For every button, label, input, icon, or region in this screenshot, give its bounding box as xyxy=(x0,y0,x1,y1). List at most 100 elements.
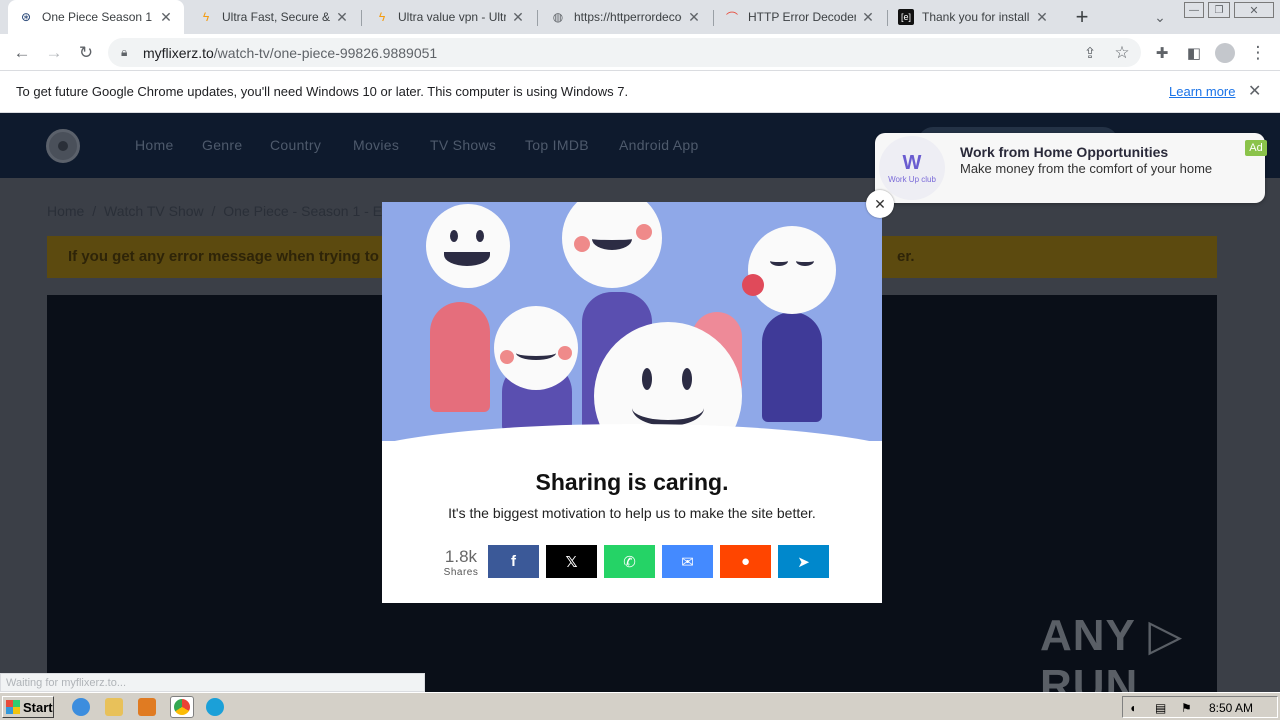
restore-icon[interactable]: ❐ xyxy=(1208,2,1230,18)
tab-title: Ultra Fast, Secure & An xyxy=(222,10,330,24)
x-icon: 𝕏 xyxy=(565,553,578,571)
share-count: 1.8k Shares xyxy=(438,547,484,578)
address-bar[interactable]: 🔒︎ myflixerz.to/watch-tv/one-piece-99826… xyxy=(108,38,1141,67)
media-player-icon[interactable] xyxy=(138,698,156,716)
tab-strip: ⊛ One Piece Season 1 Ep ✕ ϟ Ultra Fast, … xyxy=(0,0,1280,34)
breadcrumb: Home / Watch TV Show / One Piece - Seaso… xyxy=(47,203,394,219)
window-close-icon[interactable]: ✕ xyxy=(1234,2,1274,18)
chrome-icon[interactable] xyxy=(170,696,194,718)
reddit-share-button[interactable]: ● xyxy=(720,545,771,578)
x-share-button[interactable]: 𝕏 xyxy=(546,545,597,578)
tab-title: Thank you for installing xyxy=(922,10,1030,24)
tab-httperror-url[interactable]: ◍ https://httperrordecod ✕ xyxy=(540,0,712,34)
anyrun-watermark: ANY ▷ RUN xyxy=(1040,611,1184,692)
ie-icon[interactable] xyxy=(72,698,90,716)
profile-avatar-icon[interactable] xyxy=(1213,41,1237,65)
whatsapp-share-button[interactable]: ✆ xyxy=(604,545,655,578)
system-tray: ◖ ▤ ⚑ 8:50 AM xyxy=(1122,696,1278,718)
nav-country[interactable]: Country xyxy=(270,137,321,153)
tab-close-icon[interactable]: ✕ xyxy=(158,9,174,26)
learn-more-link[interactable]: Learn more xyxy=(1169,84,1235,99)
flag-icon[interactable]: ⚑ xyxy=(1181,701,1195,715)
back-arrow-icon[interactable]: ← xyxy=(10,41,34,65)
smiley-face xyxy=(562,202,662,288)
telegram-share-button[interactable]: ➤ xyxy=(778,545,829,578)
explorer-folder-icon[interactable] xyxy=(105,698,123,716)
modal-title: Sharing is caring. xyxy=(535,469,729,495)
share-count-label: Shares xyxy=(443,567,479,578)
side-panel-icon[interactable]: ◧ xyxy=(1182,41,1206,65)
bookmark-star-icon[interactable]: ☆ xyxy=(1110,41,1134,65)
smiley-face xyxy=(426,204,510,288)
infobar-message: To get future Google Chrome updates, you… xyxy=(16,84,629,99)
breadcrumb-current: One Piece - Season 1 - Ep xyxy=(223,203,390,219)
tab-search-chevron-icon[interactable]: ⌄ xyxy=(1148,5,1172,29)
nav-top-imdb[interactable]: Top IMDB xyxy=(525,137,589,153)
tab-ultra-value[interactable]: ϟ Ultra value vpn - UltraV ✕ xyxy=(364,0,536,34)
new-tab-plus-icon[interactable]: + xyxy=(1070,4,1094,29)
chrome-update-infobar: To get future Google Chrome updates, you… xyxy=(0,71,1280,113)
breadcrumb-home[interactable]: Home xyxy=(47,203,84,219)
nav-movies[interactable]: Movies xyxy=(353,137,399,153)
breadcrumb-watch-tv-show[interactable]: Watch TV Show xyxy=(104,203,204,219)
start-button[interactable]: Start xyxy=(2,696,54,718)
tab-close-icon[interactable]: ✕ xyxy=(860,9,876,26)
menu-kebab-icon[interactable]: ⋮ xyxy=(1246,41,1270,65)
ad-badge: Ad xyxy=(1245,140,1267,156)
minimize-icon[interactable]: — xyxy=(1184,2,1204,18)
tab-close-icon[interactable]: ✕ xyxy=(510,9,526,26)
smiley-face xyxy=(742,226,836,314)
infobar-close-icon[interactable]: ✕ xyxy=(1248,81,1261,101)
network-icon[interactable]: ▤ xyxy=(1155,701,1169,715)
ad-notification[interactable]: W Work Up club Work from Home Opportunit… xyxy=(875,133,1267,203)
lock-icon: 🔒︎ xyxy=(121,45,128,59)
windows-taskbar: Start ◖ ▤ ⚑ 8:50 AM xyxy=(0,692,1280,720)
facebook-icon: f xyxy=(511,553,516,570)
smiley-face xyxy=(494,306,578,390)
tab-http-error-decoder[interactable]: ⌒ HTTP Error Decoder ✕ xyxy=(714,0,886,34)
globe-icon: ◍ xyxy=(552,10,564,24)
windows-flag-icon xyxy=(6,700,20,714)
rainbow-icon: ⌒ xyxy=(725,10,738,25)
whatsapp-icon: ✆ xyxy=(623,553,636,571)
edge-icon[interactable] xyxy=(206,698,224,716)
web-page: Home Genre Country Movies TV Shows Top I… xyxy=(0,113,1280,692)
film-icon: ⊛ xyxy=(20,10,32,24)
modal-close-icon[interactable]: ✕ xyxy=(866,190,894,218)
tab-one-piece[interactable]: ⊛ One Piece Season 1 Ep ✕ xyxy=(8,0,184,34)
nav-android-app[interactable]: Android App xyxy=(619,137,699,153)
share-icon[interactable]: ⇪ xyxy=(1078,41,1102,65)
volume-icon[interactable]: ◖ xyxy=(1129,701,1143,715)
smiley-illustration xyxy=(382,202,882,441)
ad-title: Work from Home Opportunities xyxy=(960,144,1169,160)
telegram-icon: ➤ xyxy=(797,553,810,571)
tab-close-icon[interactable]: ✕ xyxy=(334,9,350,26)
reddit-icon: ● xyxy=(740,553,751,570)
ad-text: Make money from the comfort of your home xyxy=(960,161,1213,176)
facebook-share-button[interactable]: f xyxy=(488,545,539,578)
clock: 8:50 AM xyxy=(1209,701,1254,715)
bolt-icon: ϟ xyxy=(378,10,386,24)
reload-icon[interactable]: ↻ xyxy=(74,41,98,65)
url-path: /watch-tv/one-piece-99826.9889051 xyxy=(213,44,438,61)
tab-thank-you[interactable]: [e] Thank you for installing ✕ xyxy=(888,0,1060,34)
tab-title: Ultra value vpn - UltraV xyxy=(398,10,506,24)
status-bubble: Waiting for myflixerz.to... xyxy=(0,673,425,692)
site-logo[interactable] xyxy=(46,129,80,163)
tab-close-icon[interactable]: ✕ xyxy=(686,9,702,26)
forward-arrow-icon[interactable]: → xyxy=(42,41,66,65)
browser-toolbar: ← → ↻ 🔒︎ myflixerz.to/watch-tv/one-piece… xyxy=(0,34,1280,71)
tab-ultra-fast[interactable]: ϟ Ultra Fast, Secure & An ✕ xyxy=(188,0,360,34)
breadcrumb-separator: / xyxy=(211,203,216,219)
messenger-share-button[interactable]: ✉ xyxy=(662,545,713,578)
extensions-puzzle-icon[interactable]: ✚ xyxy=(1150,41,1174,65)
modal-subtitle: It's the biggest motivation to help us t… xyxy=(448,505,816,521)
nav-home[interactable]: Home xyxy=(135,137,174,153)
bracket-icon: [e] xyxy=(898,9,914,25)
nav-genre[interactable]: Genre xyxy=(202,137,242,153)
tab-close-icon[interactable]: ✕ xyxy=(1034,9,1050,26)
bolt-icon: ϟ xyxy=(202,10,210,24)
nav-tv-shows[interactable]: TV Shows xyxy=(430,137,496,153)
ad-logo-text: Work Up club xyxy=(888,175,936,184)
breadcrumb-separator: / xyxy=(92,203,97,219)
